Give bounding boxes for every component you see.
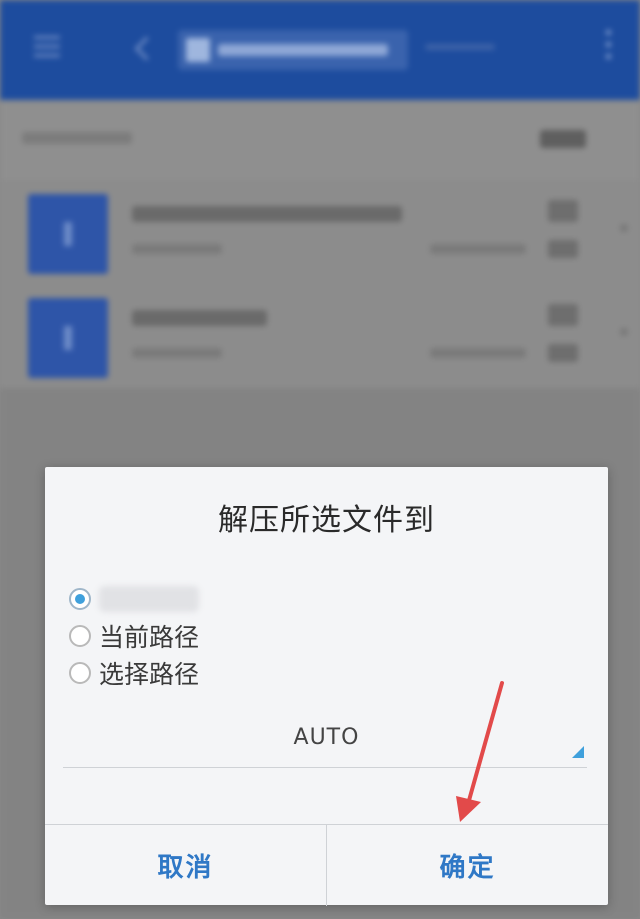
file-action-icon [548,304,578,326]
extract-dialog: 解压所选文件到 当前路径 选择路径 AUTO 取消 确定 [45,467,608,906]
dropdown-triangle-icon[interactable] [572,746,584,758]
file-row [0,284,640,389]
archive-file-icon [28,298,108,378]
option-label: 当前路径 [99,623,200,652]
option-default-path[interactable] [69,582,199,616]
option-label-blurred [99,586,199,612]
menu-icon [34,30,60,66]
radio-icon[interactable] [69,662,91,684]
file-size-blurred [132,244,222,254]
folder-icon [186,38,210,62]
file-date-blurred [430,348,526,358]
option-choose-path[interactable]: 选择路径 [69,656,199,690]
file-row-indicator [620,328,628,336]
file-action-icon [548,200,578,222]
file-name-blurred [132,206,402,222]
cancel-button[interactable]: 取消 [45,825,327,906]
archive-file-icon [28,194,108,274]
radio-selected-icon[interactable] [69,588,91,610]
sort-icon [540,130,586,148]
breadcrumb-next [425,44,495,50]
file-size-blurred [132,348,222,358]
dialog-button-bar: 取消 确定 [45,824,608,906]
radio-icon[interactable] [69,625,91,647]
file-action-icon [548,240,578,258]
breadcrumb-text-blurred [218,44,388,56]
more-options-icon [606,30,611,66]
dialog-title: 解压所选文件到 [218,503,435,538]
breadcrumb [178,30,408,70]
file-row [0,180,640,285]
back-arrow-icon [134,36,159,61]
file-name-blurred [132,310,267,326]
path-text-blurred [22,132,132,144]
confirm-button[interactable]: 确定 [327,825,608,906]
file-date-blurred [430,244,526,254]
app-toolbar [0,0,640,100]
file-row-indicator [620,224,628,232]
encoding-underline [63,767,587,768]
option-label: 选择路径 [99,660,200,689]
option-current-path[interactable]: 当前路径 [69,619,199,653]
encoding-select[interactable]: AUTO [45,725,608,750]
file-action-icon [548,344,578,362]
